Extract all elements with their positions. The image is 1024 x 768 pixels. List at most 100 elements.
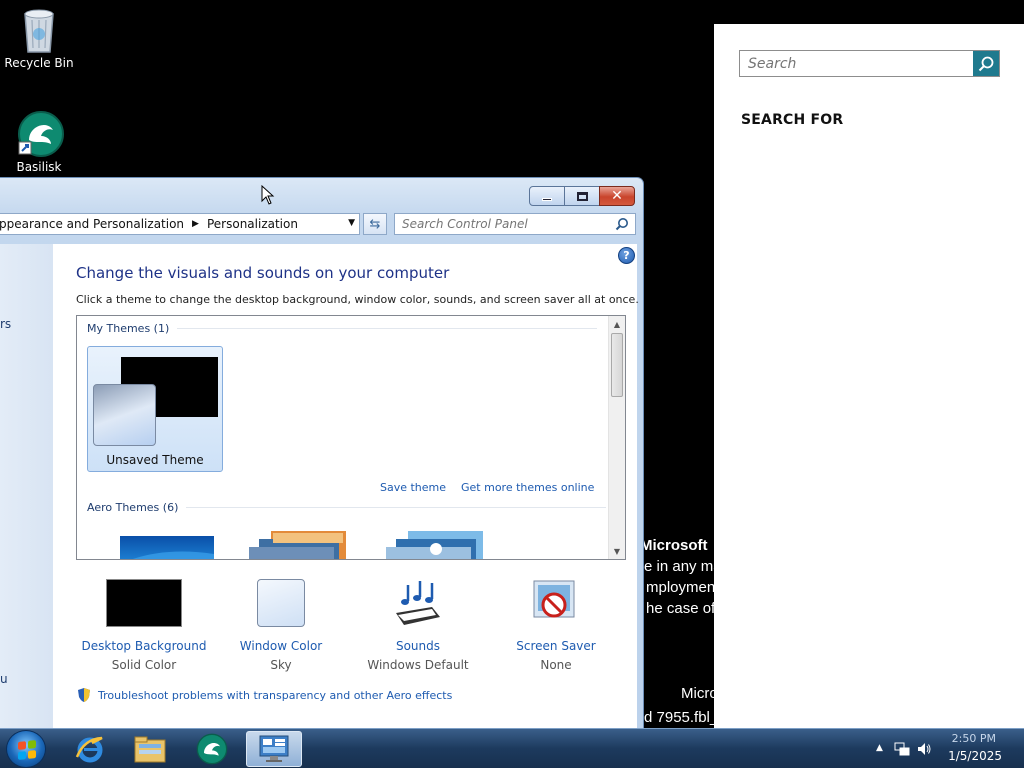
- show-hidden-icons-icon[interactable]: ▲: [876, 743, 883, 753]
- screen-saver-option[interactable]: Screen Saver None: [491, 579, 621, 672]
- clock-date[interactable]: 1/5/2025: [948, 749, 1002, 763]
- sounds-icon: [353, 579, 483, 631]
- group-header-label: My Themes (1): [87, 322, 170, 335]
- side-pane-link[interactable]: u: [0, 672, 8, 686]
- network-icon[interactable]: [894, 741, 910, 757]
- taskbar: ▲ 2:50 PM 1/5/2025: [0, 728, 1024, 768]
- theme-window-preview: [93, 384, 156, 446]
- page-subtitle: Click a theme to change the desktop back…: [76, 293, 639, 306]
- window-color-icon: [216, 579, 346, 631]
- volume-icon[interactable]: [916, 741, 932, 757]
- group-header-label: Aero Themes (6): [87, 501, 179, 514]
- desktop-background-icon: [79, 579, 209, 631]
- desktop-icon-recycle-bin[interactable]: Recycle Bin: [1, 6, 77, 70]
- theme-label: Unsaved Theme: [106, 453, 204, 467]
- aero-themes-header: Aero Themes (6): [87, 501, 607, 514]
- save-theme-link[interactable]: Save theme: [380, 481, 446, 494]
- charms-search-input[interactable]: [740, 51, 973, 76]
- background-text: Micro: [681, 685, 718, 702]
- desktop-background-option[interactable]: Desktop Background Solid Color: [79, 579, 209, 672]
- chevron-down-icon[interactable]: ▼: [348, 218, 355, 228]
- aero-theme-architecture-thumbnail[interactable]: [249, 529, 349, 559]
- refresh-icon: ⇆: [369, 216, 381, 232]
- aero-theme-windows-thumbnail[interactable]: [120, 534, 214, 560]
- title-bar[interactable]: ✕: [0, 178, 643, 210]
- basilisk-icon: [17, 110, 64, 158]
- theme-unsaved[interactable]: Unsaved Theme: [87, 346, 223, 472]
- desktop-icon-label: Recycle Bin: [4, 56, 74, 70]
- charms-search-button[interactable]: [973, 51, 999, 76]
- start-button[interactable]: [6, 730, 46, 768]
- shield-icon: [78, 688, 90, 702]
- search-icon: [978, 56, 994, 71]
- refresh-button[interactable]: ⇆: [363, 213, 387, 235]
- sounds-value: Windows Default: [367, 658, 469, 672]
- taskbar-internet-explorer[interactable]: [62, 731, 118, 767]
- background-text: e in any ma: [644, 558, 722, 575]
- troubleshoot-link[interactable]: Troubleshoot problems with transparency …: [98, 689, 452, 702]
- charms-search-pane: SEARCH FOR: [714, 24, 1024, 743]
- side-pane-link[interactable]: rs: [0, 317, 11, 331]
- search-control-panel[interactable]: [394, 213, 636, 235]
- clock-time[interactable]: 2:50 PM: [952, 732, 996, 745]
- navigation-bar: ppearance and Personalization ▶ Personal…: [0, 213, 643, 237]
- system-tray: ▲ 2:50 PM 1/5/2025: [864, 729, 1024, 768]
- divider: [177, 328, 598, 329]
- background-text: d 7955.fbl_: [644, 709, 719, 726]
- breadcrumb-separator-icon[interactable]: ▶: [192, 219, 199, 229]
- screen-saver-link[interactable]: Screen Saver: [491, 639, 621, 653]
- aero-theme-characters-thumbnail[interactable]: [386, 529, 486, 559]
- maximize-icon: [576, 191, 588, 201]
- background-text: Microsoft: [640, 537, 708, 554]
- desktop-icon-basilisk[interactable]: Basilisk: [1, 110, 77, 174]
- personalization-window: ✕ ppearance and Personalization ▶ Person…: [0, 177, 644, 730]
- scroll-down-icon[interactable]: ▼: [609, 543, 625, 559]
- close-button[interactable]: ✕: [599, 186, 635, 206]
- search-control-panel-input[interactable]: [402, 217, 607, 231]
- side-pane: rs u: [0, 244, 53, 729]
- control-panel-icon: [259, 735, 289, 762]
- page-title: Change the visuals and sounds on your co…: [76, 264, 450, 282]
- basilisk-icon: [196, 733, 228, 765]
- minimize-icon: [542, 197, 552, 201]
- breadcrumb-appearance[interactable]: ppearance and Personalization: [0, 217, 184, 231]
- scroll-up-icon[interactable]: ▲: [609, 316, 625, 332]
- sounds-link[interactable]: Sounds: [353, 639, 483, 653]
- mouse-cursor-icon: [261, 185, 275, 205]
- search-icon[interactable]: [615, 217, 629, 231]
- divider: [186, 507, 607, 508]
- get-more-themes-link[interactable]: Get more themes online: [461, 481, 594, 494]
- address-bar[interactable]: ppearance and Personalization ▶ Personal…: [0, 213, 360, 235]
- desktop-background-link[interactable]: Desktop Background: [79, 639, 209, 653]
- taskbar-control-panel[interactable]: [246, 731, 302, 767]
- theme-list: My Themes (1) Unsaved Theme Save theme G…: [76, 315, 626, 560]
- my-themes-header: My Themes (1): [87, 322, 598, 335]
- search-for-heading: SEARCH FOR: [741, 112, 844, 128]
- screen-saver-icon: [491, 579, 621, 631]
- window-color-value: Sky: [270, 658, 292, 672]
- taskbar-basilisk[interactable]: [184, 731, 240, 767]
- internet-explorer-icon: [75, 736, 103, 763]
- desktop-icon-label: Basilisk: [16, 160, 62, 174]
- minimize-button[interactable]: [529, 186, 565, 206]
- file-explorer-icon: [134, 736, 166, 763]
- breadcrumb-personalization[interactable]: Personalization: [207, 217, 298, 231]
- window-color-link[interactable]: Window Color: [216, 639, 346, 653]
- theme-list-scrollbar[interactable]: ▲ ▼: [608, 316, 625, 559]
- main-content: ? Change the visuals and sounds on your …: [53, 244, 639, 729]
- screen-saver-value: None: [540, 658, 572, 672]
- background-text: he case of: [646, 600, 716, 617]
- background-text: mploymen: [646, 579, 716, 596]
- scrollbar-thumb[interactable]: [611, 333, 623, 397]
- desktop-background-value: Solid Color: [111, 658, 177, 672]
- close-icon: ✕: [611, 188, 623, 204]
- taskbar-file-explorer[interactable]: [122, 731, 178, 767]
- troubleshoot-row[interactable]: Troubleshoot problems with transparency …: [76, 687, 452, 703]
- caption-buttons: ✕: [529, 186, 635, 206]
- window-color-option[interactable]: Window Color Sky: [216, 579, 346, 672]
- charms-search-box[interactable]: [739, 50, 1000, 77]
- windows-logo-icon: [18, 740, 36, 760]
- help-icon[interactable]: ?: [618, 247, 635, 264]
- maximize-button[interactable]: [564, 186, 600, 206]
- sounds-option[interactable]: Sounds Windows Default: [353, 579, 483, 672]
